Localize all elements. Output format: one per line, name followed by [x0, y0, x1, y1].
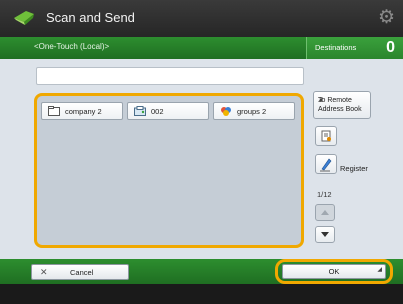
destinations-label: Destinations	[315, 43, 357, 52]
list-item-label: company 2	[65, 106, 102, 116]
corner-arrow-icon: ◢	[318, 97, 323, 103]
list-item-label: groups 2	[237, 106, 267, 116]
ok-highlight: OK ◢	[275, 259, 393, 284]
destinations-counter[interactable]: Destinations 0	[306, 37, 403, 59]
action-bar: ✕ Cancel OK ◢	[0, 259, 403, 284]
title-bar: Scan and Send ⚙	[0, 0, 403, 37]
scroll-up-button[interactable]	[315, 204, 335, 221]
list-item-label: 002	[151, 106, 164, 116]
list-item-002[interactable]: 002	[127, 102, 209, 120]
details-icon	[321, 130, 331, 142]
address-book-selector[interactable]: <One-Touch (Local)>	[34, 42, 109, 51]
fax-icon	[134, 106, 146, 116]
main-content: company 2 002 groups 2	[0, 59, 403, 259]
scroll-down-button[interactable]	[315, 226, 335, 243]
register-label: Register	[340, 164, 368, 173]
corner-arrow-icon: ◢	[377, 267, 382, 273]
pen-icon	[320, 158, 332, 172]
page-indicator: 1/12	[317, 190, 332, 199]
scan-send-app-icon	[14, 11, 34, 25]
cancel-label: Cancel	[70, 268, 94, 277]
list-item-company-2[interactable]: company 2	[41, 102, 123, 120]
register-button[interactable]	[315, 154, 337, 174]
gear-icon[interactable]: ⚙	[378, 8, 395, 28]
chevron-up-icon	[321, 210, 329, 215]
cancel-button[interactable]: ✕ Cancel	[31, 264, 129, 280]
address-book-header: <One-Touch (Local)> Destinations 0	[0, 37, 403, 59]
to-remote-address-book-button[interactable]: To Remote Address Book ◢	[313, 91, 371, 119]
destination-list: company 2 002 groups 2	[34, 93, 304, 248]
group-icon	[221, 107, 231, 116]
search-field[interactable]	[36, 67, 304, 85]
close-icon: ✕	[40, 267, 48, 277]
app-title: Scan and Send	[46, 10, 135, 25]
ok-label: OK	[328, 267, 340, 276]
details-button[interactable]	[315, 126, 337, 146]
ok-button[interactable]: OK ◢	[282, 264, 386, 279]
status-footer	[0, 284, 403, 304]
folder-icon	[48, 106, 60, 116]
destinations-count: 0	[386, 39, 395, 56]
chevron-down-icon	[321, 232, 329, 237]
list-item-groups-2[interactable]: groups 2	[213, 102, 295, 120]
